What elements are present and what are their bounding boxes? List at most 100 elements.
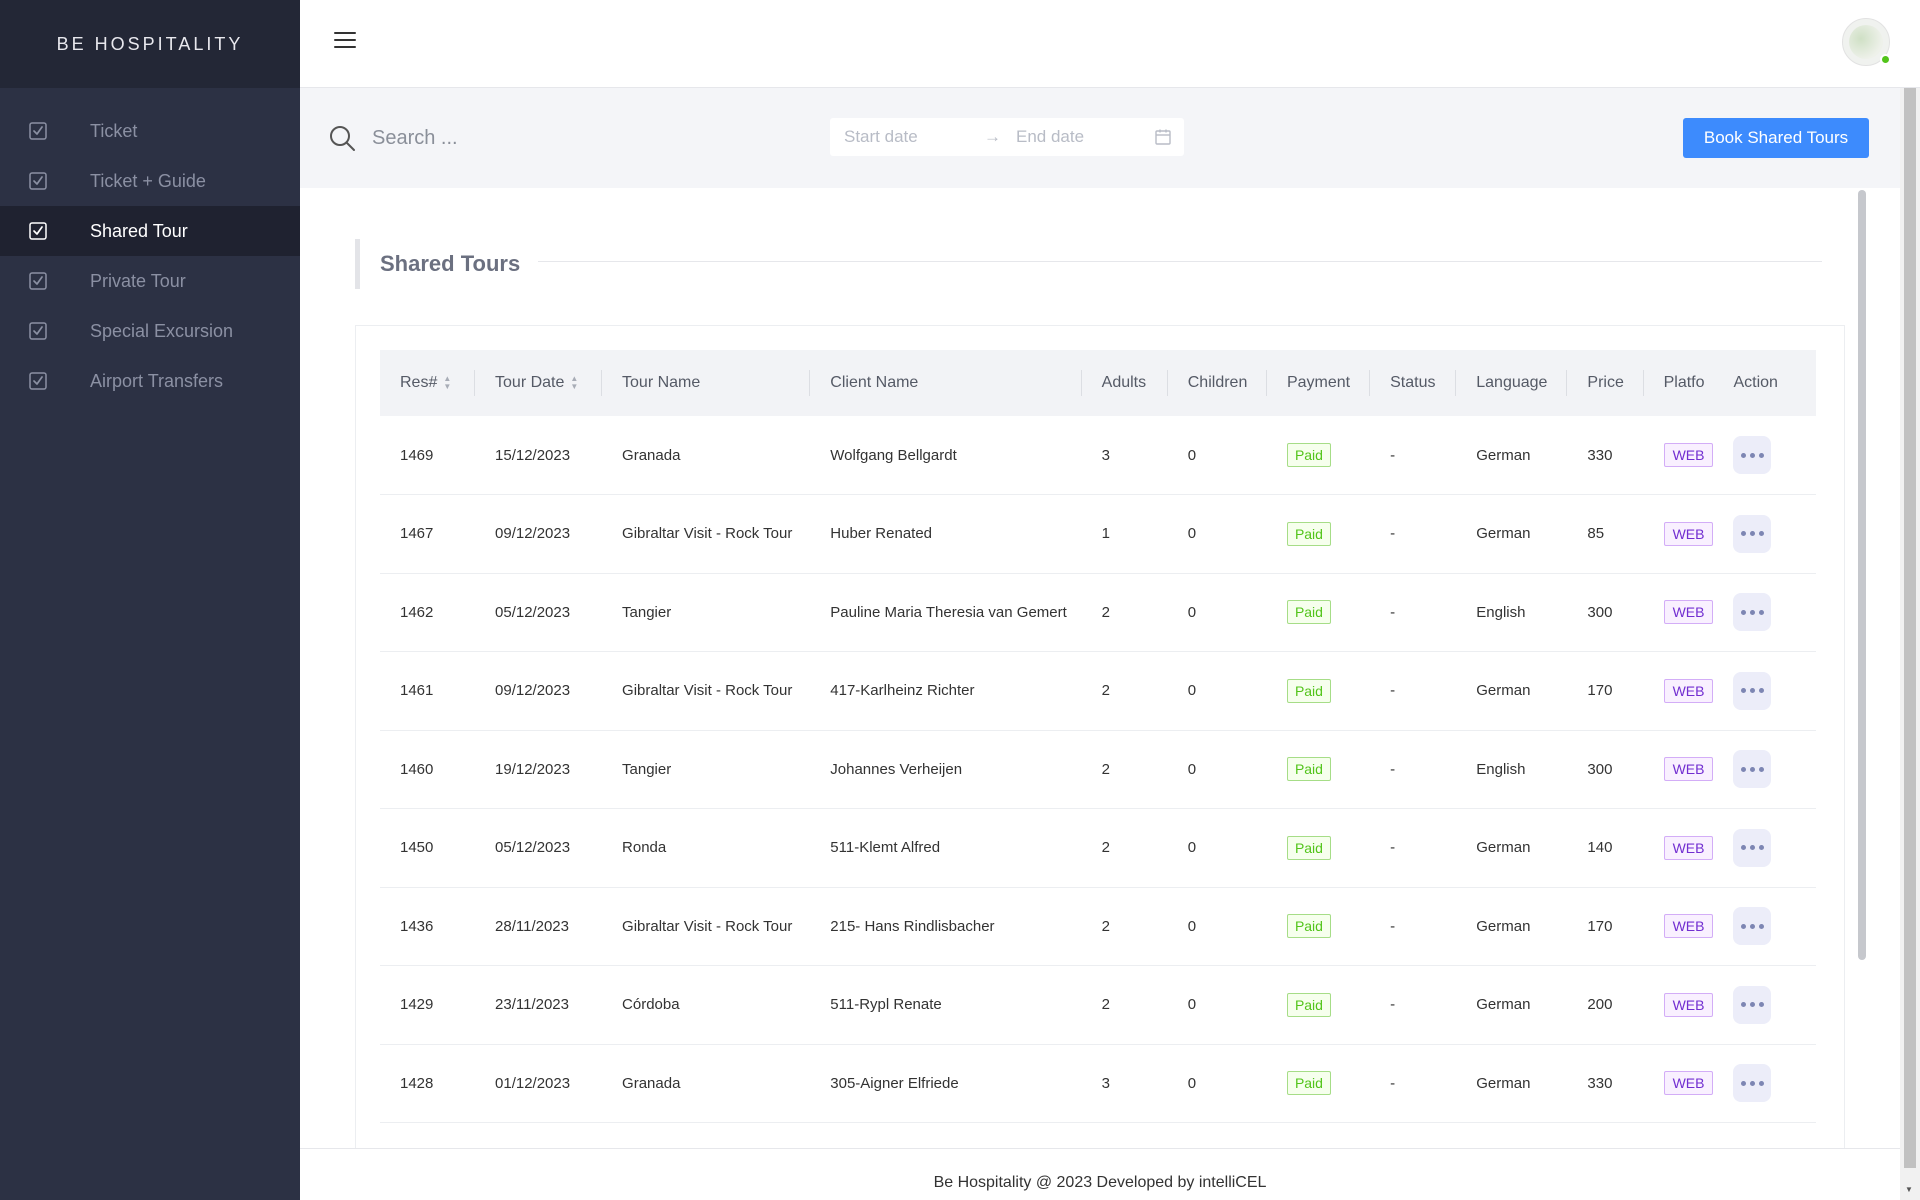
cell-price: 170 xyxy=(1567,651,1644,731)
column-header-res[interactable]: Res# ▲ ▼ xyxy=(380,350,476,416)
table-row[interactable]: 1428 01/12/2023 Granada 305-Aigner Elfriede… xyxy=(380,1044,1816,1123)
platform-badge: WEB xyxy=(1663,600,1714,625)
payment-status-badge: Paid xyxy=(1286,1071,1331,1096)
cell-status: - xyxy=(1370,573,1457,652)
cell-action xyxy=(1713,573,1816,652)
sort-icon[interactable]: ▲ ▼ xyxy=(570,374,578,391)
sidebar-item-special-excursion[interactable]: Special Excursion xyxy=(0,306,300,356)
sidebar-item-label: Airport Transfers xyxy=(90,370,224,391)
table-row[interactable]: 1436 28/11/2023 Gibraltar Visit - Rock Tou… xyxy=(380,887,1816,966)
cell-children: 0 xyxy=(1167,494,1267,574)
checkbox-icon xyxy=(28,371,48,391)
more-dots-icon[interactable] xyxy=(1733,985,1772,1024)
sort-icon[interactable]: ▲ ▼ xyxy=(443,374,451,391)
cell-price: 300 xyxy=(1567,573,1644,652)
date-range-picker[interactable]: Start date → End date xyxy=(830,118,1184,156)
cell-payment: Paid xyxy=(1266,416,1371,495)
column-header-tour-date[interactable]: Tour Date ▲ ▼ xyxy=(475,350,603,416)
more-dots-icon[interactable] xyxy=(1733,514,1772,553)
hamburger-icon[interactable] xyxy=(334,32,356,52)
cell-platform: WEB xyxy=(1643,965,1714,1045)
search-icon[interactable] xyxy=(328,124,356,152)
cell-tour: Tangier xyxy=(602,573,811,652)
cell-date: 19/12/2023 xyxy=(475,730,603,809)
cell-adults: 3 xyxy=(1081,1044,1168,1123)
cell-date: 09/12/2023 xyxy=(475,494,603,574)
column-header-status: Status xyxy=(1370,350,1457,416)
sidebar-item-ticket[interactable]: Ticket xyxy=(0,106,300,156)
cell-platform: WEB xyxy=(1643,573,1714,652)
platform-badge: WEB xyxy=(1663,835,1714,860)
more-dots-icon[interactable] xyxy=(1733,1064,1772,1103)
cell-children: 0 xyxy=(1167,965,1267,1045)
column-header-label: Children xyxy=(1187,374,1248,391)
cell-date: 23/11/2023 xyxy=(475,965,603,1045)
payment-status-badge: Paid xyxy=(1286,443,1331,467)
brand-logo[interactable]: BE HOSPITALITY xyxy=(0,0,300,88)
platform-badge: WEB xyxy=(1663,757,1714,782)
start-date-input[interactable]: Start date xyxy=(844,127,984,147)
column-header-label: Action xyxy=(1733,374,1778,391)
title-divider xyxy=(538,261,1822,262)
column-header-label: Language xyxy=(1476,374,1548,391)
more-dots-icon[interactable] xyxy=(1733,907,1772,946)
payment-status-badge: Paid xyxy=(1286,521,1331,546)
cell-status: - xyxy=(1370,730,1457,809)
table-row[interactable]: 1462 05/12/2023 Tangier Pauline Maria There… xyxy=(380,573,1816,652)
checkbox-icon xyxy=(28,271,48,291)
table-row[interactable]: 1460 19/12/2023 Tangier Johannes Verheijen 2… xyxy=(380,730,1816,809)
cell-client: 511-Klemt Alfred xyxy=(810,808,1082,888)
cell-children: 0 xyxy=(1167,730,1267,809)
cell-payment: Paid xyxy=(1266,808,1371,888)
platform-badge: WEB xyxy=(1663,521,1714,546)
cell-date: 28/11/2023 xyxy=(475,887,603,966)
table-scrollbar[interactable] xyxy=(1858,190,1866,960)
column-header-label: Status xyxy=(1390,374,1436,391)
scrollbar-thumb[interactable] xyxy=(1904,88,1916,1168)
platform-badge: WEB xyxy=(1663,678,1714,703)
cell-date: 05/12/2023 xyxy=(475,808,603,888)
column-header-label: Price xyxy=(1587,374,1624,391)
arrow-right-icon: → xyxy=(984,127,1001,146)
cell-client: 417-Karlheinz Richter xyxy=(810,651,1082,731)
cell-status: - xyxy=(1370,887,1457,966)
sidebar-item-airport-transfers[interactable]: Airport Transfers xyxy=(0,356,300,406)
more-dots-icon[interactable] xyxy=(1733,593,1772,632)
column-header-label: Client Name xyxy=(830,374,919,391)
checkbox-icon xyxy=(28,171,48,191)
more-dots-icon[interactable] xyxy=(1733,750,1772,789)
scroll-down-arrow-icon[interactable]: ▼ xyxy=(1905,1185,1913,1194)
avatar-image xyxy=(1849,25,1883,59)
payment-status-badge: Paid xyxy=(1286,835,1331,860)
table-row[interactable]: 1450 05/12/2023 Ronda 511-Klemt Alfred 2 0 Pai… xyxy=(380,808,1816,888)
cell-payment: Paid xyxy=(1266,730,1371,809)
cell-client: 305-Aigner Elfriede xyxy=(810,1044,1082,1123)
more-dots-icon[interactable] xyxy=(1733,828,1772,867)
end-date-input[interactable]: End date xyxy=(1016,127,1156,147)
toolbar: Start date → End date Book Shared Tours xyxy=(300,88,1900,188)
table-row[interactable]: 1461 09/12/2023 Gibraltar Visit - Rock Tou… xyxy=(380,651,1816,731)
user-avatar[interactable] xyxy=(1842,18,1891,66)
sidebar-item-ticket-guide[interactable]: Ticket + Guide xyxy=(0,156,300,206)
cell-platform: WEB xyxy=(1643,494,1714,574)
cell-client: Pauline Maria Theresia van Gemert xyxy=(810,573,1082,652)
more-dots-icon[interactable] xyxy=(1733,671,1772,710)
more-dots-icon[interactable] xyxy=(1733,436,1772,474)
calendar-icon[interactable] xyxy=(1154,128,1172,146)
book-shared-tours-button[interactable]: Book Shared Tours xyxy=(1683,118,1869,158)
search-input[interactable] xyxy=(372,118,772,158)
table-row[interactable]: 1429 23/11/2023 Córdoba 511-Rypl Renate 2 0 Pa… xyxy=(380,965,1816,1045)
page-scrollbar[interactable]: ▼ xyxy=(1900,88,1920,1200)
cell-children: 0 xyxy=(1167,887,1267,966)
cell-payment: Paid xyxy=(1266,651,1371,731)
sidebar-item-shared-tour[interactable]: Shared Tour xyxy=(0,206,300,256)
cell-language: German xyxy=(1456,1044,1568,1123)
column-header-label: Platfo xyxy=(1663,374,1705,391)
cell-action xyxy=(1713,651,1816,731)
column-header-label: Tour Date xyxy=(495,374,565,391)
column-header-platfo: Platfo xyxy=(1644,350,1714,416)
table-row[interactable]: 1469 15/12/2023 Granada Wolfgang Bellgardt 3… xyxy=(380,416,1816,495)
sidebar-item-private-tour[interactable]: Private Tour xyxy=(0,256,300,306)
cell-language: German xyxy=(1456,494,1568,574)
table-row[interactable]: 1467 09/12/2023 Gibraltar Visit - Rock Tou… xyxy=(380,494,1816,574)
